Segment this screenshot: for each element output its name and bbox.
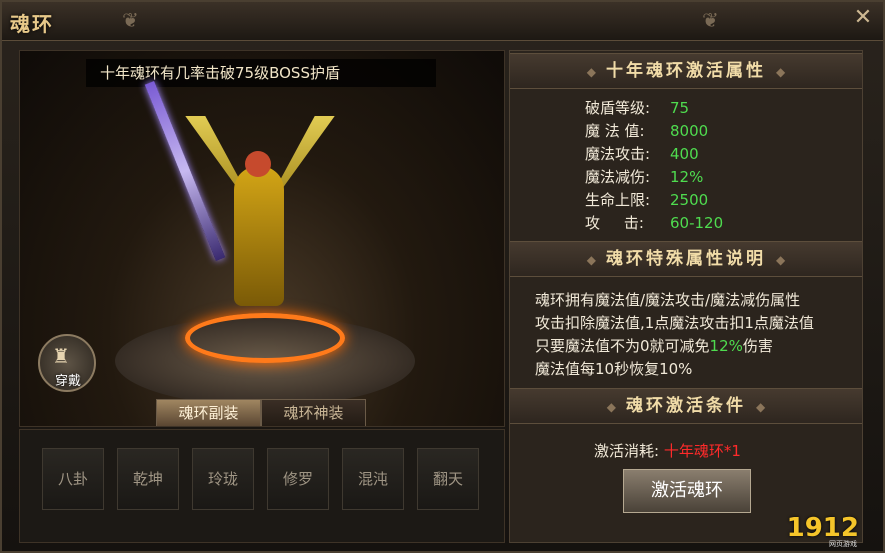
special-title: 魂环特殊属性说明: [606, 249, 766, 269]
desc-line: 攻击扣除魔法值,1点魔法攻击扣1点魔法值: [535, 314, 814, 332]
stat-value: 75: [670, 99, 690, 117]
stat-label: 魔 法 值:: [585, 122, 645, 140]
tab-secondary-ring[interactable]: 魂环副装: [156, 399, 261, 426]
purple-sword: [144, 81, 226, 261]
stat-row: 魔法减伤: 12%: [585, 166, 703, 189]
stat-row: 魔法攻击: 400: [585, 143, 699, 166]
dragon-ornament-icon: ❦: [702, 8, 719, 32]
stat-value: 12%: [670, 168, 704, 186]
ornament-icon: ◆: [776, 65, 786, 79]
ornament-icon: ◆: [586, 253, 596, 267]
slot-linglong[interactable]: 玲珑: [192, 448, 254, 510]
stat-label: 生命上限:: [585, 191, 651, 209]
stage-caption: 十年魂环有几率击破75级BOSS护盾: [86, 59, 436, 87]
desc-line: 魔法值每10秒恢复10%: [535, 360, 693, 378]
special-header: ◆ 魂环特殊属性说明 ◆: [510, 241, 862, 277]
ornament-icon: ◆: [606, 400, 616, 414]
stat-label: 破盾等级:: [585, 99, 651, 117]
dragon-ornament-icon: ❦: [122, 8, 139, 32]
stat-label: 魔法减伤:: [585, 168, 651, 186]
tab-divine-ring[interactable]: 魂环神装: [261, 399, 366, 426]
slot-qiankun[interactable]: 乾坤: [117, 448, 179, 510]
stat-value: 8000: [670, 122, 709, 140]
slot-hundun[interactable]: 混沌: [342, 448, 404, 510]
site-logo-sub: 网页游戏: [829, 540, 857, 548]
attributes-title: 十年魂环激活属性: [606, 61, 766, 81]
equip-button[interactable]: ♜ 穿戴: [38, 334, 96, 392]
stat-value: 2500: [670, 191, 709, 209]
window-title: 魂环: [10, 12, 54, 36]
character-body: [234, 166, 284, 306]
stat-row: 破盾等级: 75: [585, 97, 689, 120]
desc-line: 魂环拥有魔法值/魔法攻击/魔法减伤属性: [535, 291, 801, 309]
soul-ring-glow: [185, 313, 345, 363]
stat-row: 魔 法 值: 8000: [585, 120, 708, 143]
character-preview: 十年魂环有几率击破75级BOSS护盾 ♜ 穿戴 魂环副装 魂环神装: [19, 50, 505, 427]
cost-label: 激活消耗:: [594, 442, 660, 460]
armor-icon: ♜: [52, 344, 70, 368]
close-icon[interactable]: ✕: [849, 4, 877, 32]
stat-value: 400: [670, 145, 699, 163]
activation-cost: 激活消耗: 十年魂环*1: [594, 440, 741, 461]
desc-text: 只要魔法值不为0就可减免: [535, 337, 710, 355]
soul-ring-window: 魂环 ❦ ❦ ✕ 十年魂环有几率击破75级BOSS护盾 ♜ 穿戴 魂环副装 魂环神…: [0, 0, 885, 553]
activate-ring-button[interactable]: 激活魂环: [623, 469, 751, 513]
ornament-icon: ◆: [586, 65, 596, 79]
stat-row: 攻 击: 60-120: [585, 212, 723, 235]
slot-fantian[interactable]: 翻天: [417, 448, 479, 510]
desc-line: 只要魔法值不为0就可减免12%伤害: [535, 335, 773, 356]
ring-tabs: 魂环副装 魂环神装: [156, 399, 366, 426]
stat-value: 60-120: [670, 214, 724, 232]
stat-label: 攻 击:: [585, 214, 644, 232]
slot-bagua[interactable]: 八卦: [42, 448, 104, 510]
equip-label: 穿戴: [54, 374, 81, 389]
ornament-icon: ◆: [776, 253, 786, 267]
stat-label: 魔法攻击:: [585, 145, 651, 163]
title-bar: 魂环 ❦ ❦ ✕: [2, 2, 883, 41]
desc-text: 伤害: [742, 337, 773, 355]
character-head: [245, 151, 271, 177]
stat-row: 生命上限: 2500: [585, 189, 708, 212]
ring-slot-bar: 八卦 乾坤 玲珑 修罗 混沌 翻天: [19, 429, 505, 543]
attributes-header: ◆ 十年魂环激活属性 ◆: [510, 53, 862, 89]
cost-value: 十年魂环*1: [663, 442, 741, 460]
attribute-panel: ◆ 十年魂环激活属性 ◆ 破盾等级: 75 魔 法 值: 8000 魔法攻击: 400 魔…: [509, 50, 863, 543]
slot-xiuluo[interactable]: 修罗: [267, 448, 329, 510]
condition-header: ◆ 魂环激活条件 ◆: [510, 388, 862, 424]
condition-title: 魂环激活条件: [626, 396, 746, 416]
desc-highlight: 12%: [709, 337, 743, 355]
ornament-icon: ◆: [756, 400, 766, 414]
